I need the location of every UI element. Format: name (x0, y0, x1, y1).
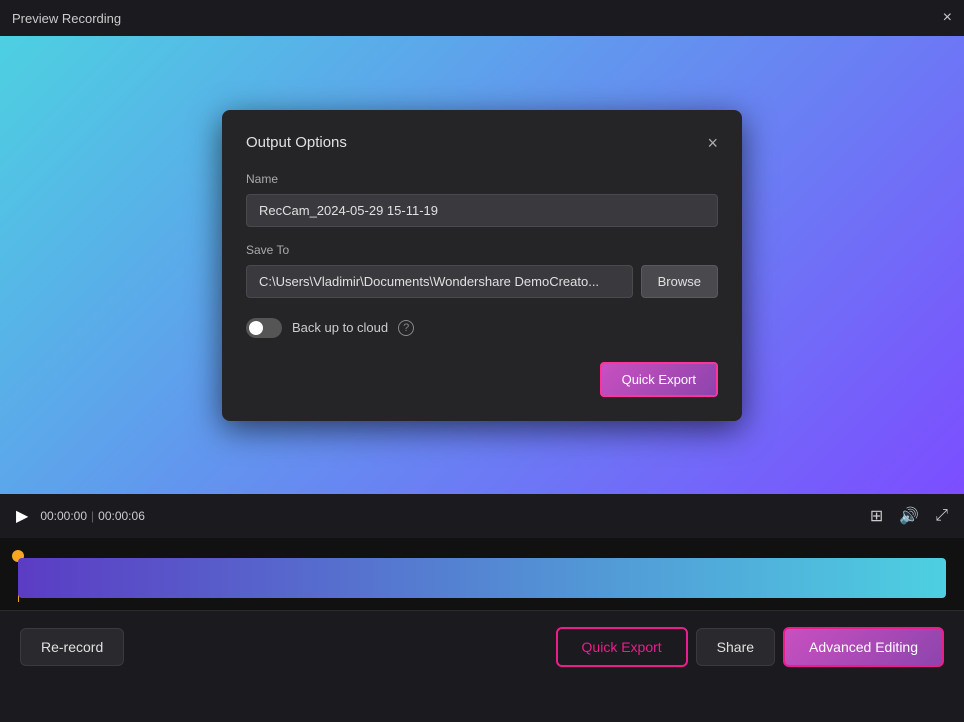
dialog-overlay: Output Options × Name Save To Browse Bac… (0, 36, 964, 494)
dialog-header: Output Options × (246, 134, 718, 152)
help-icon[interactable]: ? (398, 320, 414, 336)
browse-button[interactable]: Browse (641, 265, 718, 298)
cloud-toggle[interactable] (246, 318, 282, 338)
controls-right: ⊞ 🔊 ⤢ (870, 506, 948, 526)
name-input[interactable] (246, 194, 718, 227)
video-preview-area: Output Options × Name Save To Browse Bac… (0, 36, 964, 494)
time-current: 00:00:00 (40, 509, 87, 523)
share-button[interactable]: Share (696, 628, 775, 666)
layout-icon[interactable]: ⊞ (870, 506, 883, 526)
controls-bar: ▶ 00:00:00 | 00:00:06 ⊞ 🔊 ⤢ (0, 494, 964, 538)
toggle-thumb (249, 321, 263, 335)
time-display: 00:00:00 | 00:00:06 (40, 509, 145, 523)
cloud-backup-row: Back up to cloud ? (246, 318, 718, 338)
re-record-button[interactable]: Re-record (20, 628, 124, 666)
time-total: 00:00:06 (98, 509, 145, 523)
dialog-close-button[interactable]: × (707, 134, 718, 152)
name-label: Name (246, 172, 718, 186)
save-to-row: Browse (246, 265, 718, 298)
save-to-label: Save To (246, 243, 718, 257)
play-button[interactable]: ▶ (16, 506, 28, 526)
time-separator: | (91, 509, 94, 523)
toggle-track (246, 318, 282, 338)
title-bar: Preview Recording × (0, 0, 964, 36)
timeline-area (0, 538, 964, 610)
quick-export-button[interactable]: Quick Export (556, 627, 688, 667)
bottom-center-actions: Quick Export Share Advanced Editing (556, 627, 944, 667)
output-options-dialog: Output Options × Name Save To Browse Bac… (222, 110, 742, 421)
bottom-bar: Re-record Quick Export Share Advanced Ed… (0, 610, 964, 682)
window-close-button[interactable]: × (943, 9, 952, 27)
advanced-editing-button[interactable]: Advanced Editing (783, 627, 944, 667)
cloud-label: Back up to cloud (292, 320, 388, 335)
window-title: Preview Recording (12, 11, 121, 26)
dialog-title: Output Options (246, 134, 347, 151)
dialog-actions: Quick Export (246, 362, 718, 397)
save-to-input[interactable] (246, 265, 633, 298)
fullscreen-icon[interactable]: ⤢ (935, 507, 948, 525)
volume-icon[interactable]: 🔊 (899, 506, 919, 526)
timeline-track[interactable] (18, 558, 946, 598)
dialog-quick-export-button[interactable]: Quick Export (600, 362, 718, 397)
